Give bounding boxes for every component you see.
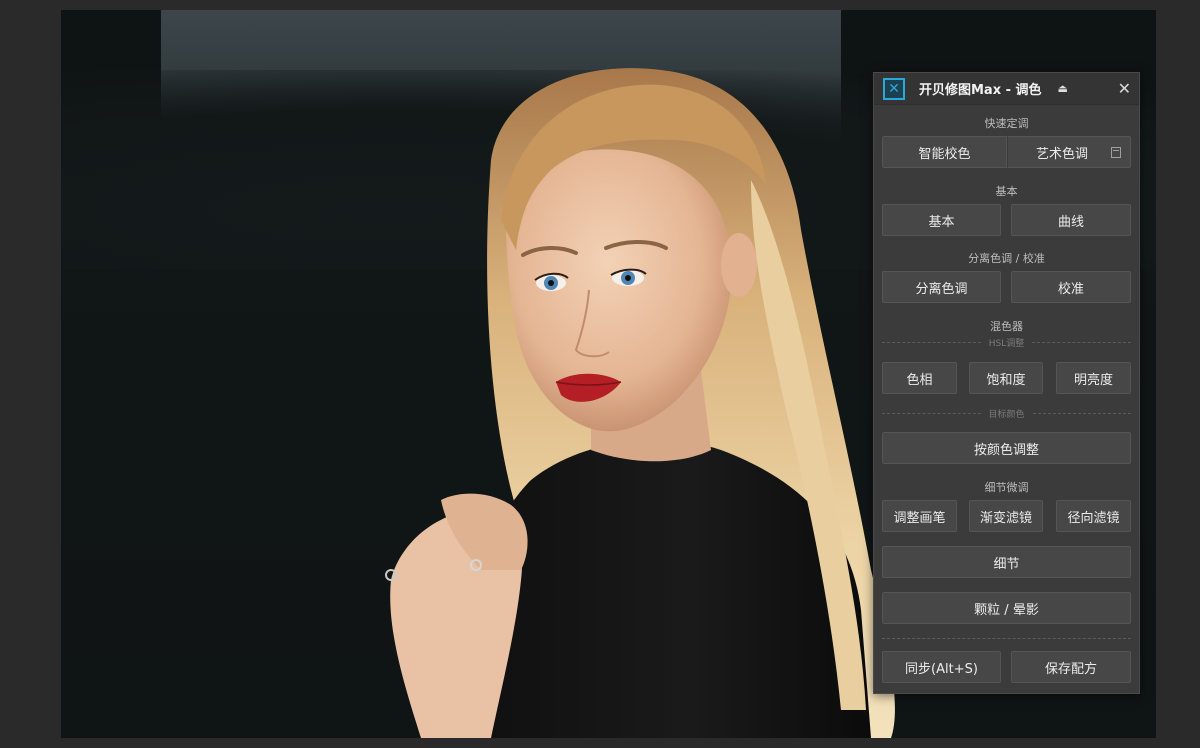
- adjustment-brush-button[interactable]: 调整画笔: [882, 500, 957, 532]
- section-label-quick: 快速定调: [984, 117, 1029, 130]
- adjust-by-color-button[interactable]: 按颜色调整: [882, 432, 1131, 464]
- split-toning-button[interactable]: 分离色调: [882, 271, 1001, 303]
- save-recipe-button[interactable]: 保存配方: [1011, 651, 1131, 683]
- section-label-mixer: 混色器: [990, 320, 1023, 333]
- basic-button[interactable]: 基本: [882, 204, 1001, 236]
- graduated-filter-button[interactable]: 渐变滤镜: [969, 500, 1043, 532]
- art-tone-button[interactable]: 艺术色调: [1007, 136, 1131, 168]
- section-label-detail: 细节微调: [984, 481, 1029, 494]
- calibration-button[interactable]: 校准: [1011, 271, 1131, 303]
- detail-button[interactable]: 细节: [882, 546, 1131, 578]
- curves-button[interactable]: 曲线: [1011, 204, 1131, 236]
- saturation-button[interactable]: 饱和度: [969, 362, 1043, 394]
- hsl-sublabel: HSL调整: [882, 336, 1131, 349]
- footer-divider: [882, 638, 1131, 639]
- panel-titlebar[interactable]: ✕ 开贝修图Max - 调色 ⏏ ✕: [874, 73, 1139, 105]
- app-window: ✕ 开贝修图Max - 调色 ⏏ ✕ 快速定调 智能校色 艺术色调 基本 基本 …: [0, 0, 1200, 748]
- target-color-sublabel: 目标颜色: [882, 407, 1132, 420]
- panel-title: 开贝修图Max - 调色: [919, 83, 1042, 98]
- sync-button[interactable]: 同步(Alt+S): [882, 651, 1001, 683]
- color-grading-panel: ✕ 开贝修图Max - 调色 ⏏ ✕ 快速定调 智能校色 艺术色调 基本 基本 …: [873, 72, 1140, 694]
- smart-color-button[interactable]: 智能校色: [882, 136, 1007, 168]
- hue-button[interactable]: 色相: [882, 362, 957, 394]
- section-label-split: 分离色调 / 校准: [968, 252, 1045, 265]
- section-label-basic: 基本: [995, 185, 1018, 198]
- grain-vignette-button[interactable]: 颗粒 / 晕影: [882, 592, 1131, 624]
- preset-panel-icon[interactable]: [1111, 147, 1121, 158]
- eject-icon[interactable]: ⏏: [1058, 82, 1068, 95]
- luminance-button[interactable]: 明亮度: [1056, 362, 1131, 394]
- close-icon[interactable]: ✕: [1118, 79, 1131, 98]
- radial-filter-button[interactable]: 径向滤镜: [1056, 500, 1131, 532]
- hsl-sublabel-text: HSL调整: [988, 338, 1025, 349]
- kaibei-logo-icon: ✕: [883, 77, 905, 100]
- art-tone-label: 艺术色调: [1035, 146, 1088, 162]
- target-color-sublabel-text: 目标颜色: [988, 409, 1025, 420]
